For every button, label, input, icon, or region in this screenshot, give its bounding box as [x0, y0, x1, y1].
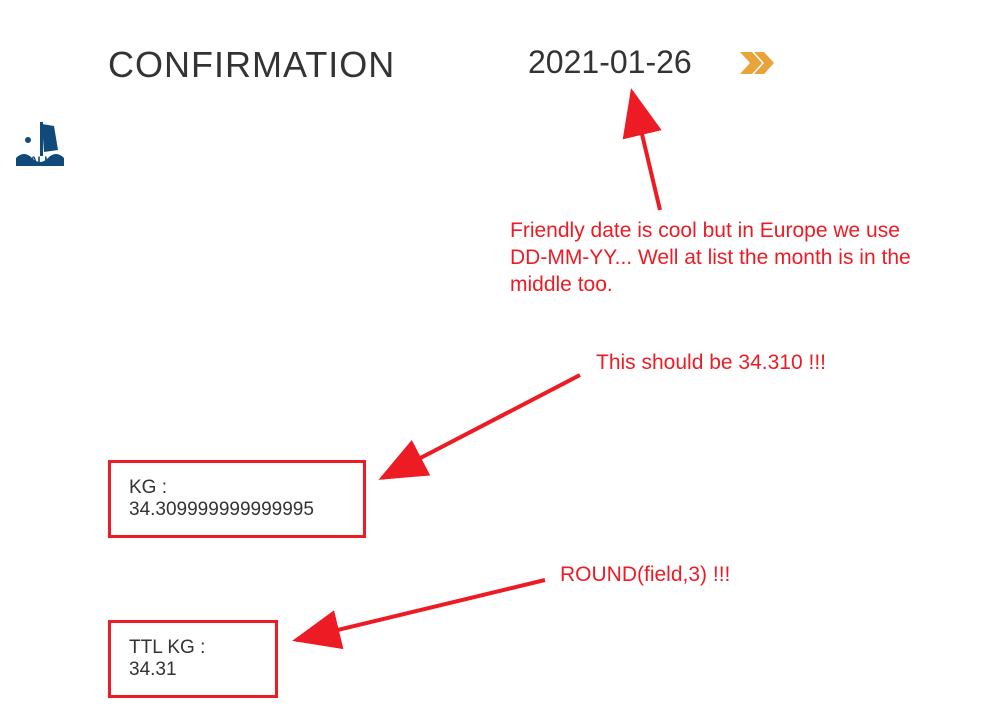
- svg-text:IOALI: IOALI: [18, 155, 47, 166]
- kg-label: KG :: [129, 477, 167, 498]
- chevron-double-right-icon: [740, 52, 774, 74]
- annotation-kg-rounding: This should be 34.310 !!!: [596, 350, 826, 377]
- kg-field-box: KG : 34.309999999999995: [108, 460, 366, 538]
- arrow-to-kg-box: [0, 0, 998, 719]
- ttl-kg-field-box: TTL KG : 34.31: [108, 620, 278, 698]
- ttl-kg-label: TTL KG :: [129, 637, 205, 658]
- annotation-round-formula: ROUND(field,3) !!!: [560, 562, 730, 589]
- page-title: CONFIRMATION: [108, 44, 395, 86]
- annotation-date-format: Friendly date is cool but in Europe we u…: [510, 218, 930, 299]
- confirmation-date: 2021-01-26: [528, 44, 692, 81]
- arrow-to-ttl-box: [0, 0, 998, 719]
- ttl-kg-value: 34.31: [129, 659, 177, 680]
- kg-value: 34.309999999999995: [129, 499, 314, 520]
- arrow-to-date: [0, 0, 998, 719]
- brand-logo: IOALI: [14, 118, 64, 166]
